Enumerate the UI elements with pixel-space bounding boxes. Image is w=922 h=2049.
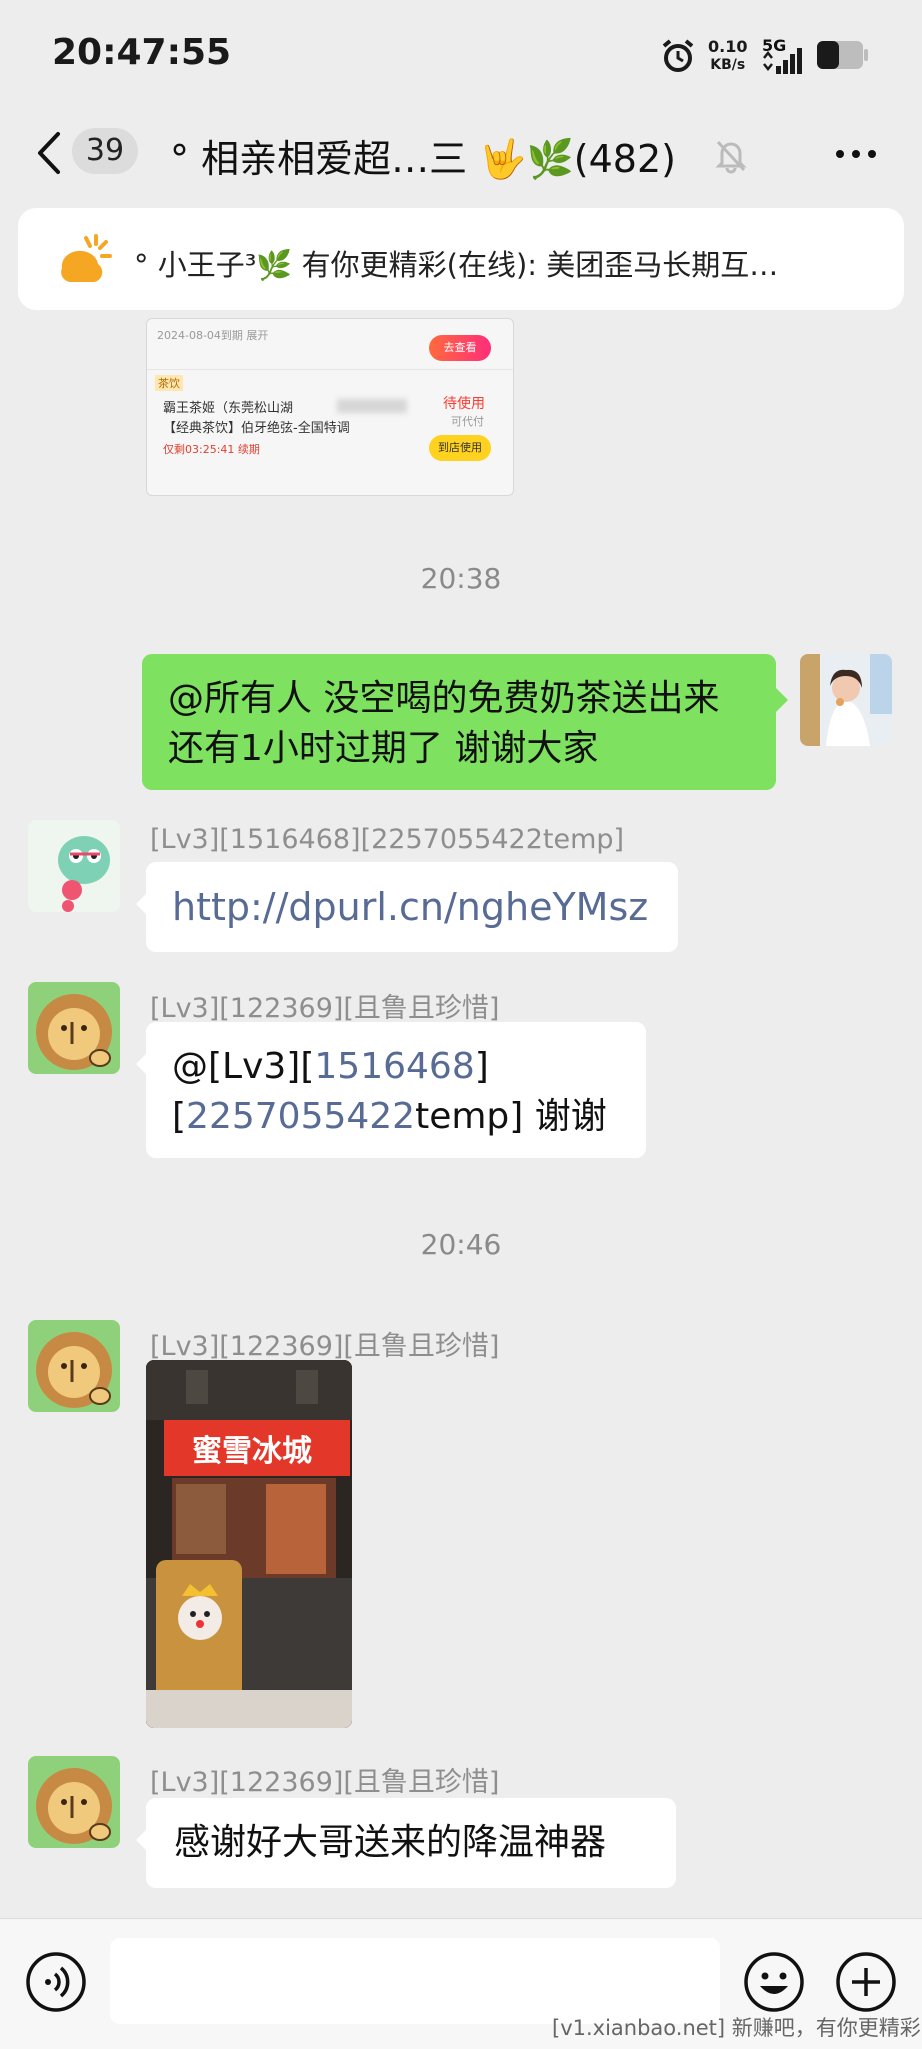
coupon-tag: 茶饮 <box>155 375 183 391</box>
bubble-tail <box>136 1052 148 1076</box>
signal-icon <box>763 48 802 74</box>
back-arrow-icon[interactable] <box>30 128 70 178</box>
message-link[interactable]: http://dpurl.cn/ngheYMsz <box>172 885 648 929</box>
own-avatar[interactable] <box>800 654 892 746</box>
coupon-status: 待使用 <box>443 396 485 412</box>
avatar-1516468[interactable] <box>28 820 120 912</box>
message-line: [2257055422temp] 谢谢 <box>172 1092 620 1142</box>
coupon-item-title: 霸王茶姬（东莞松山湖 <box>163 401 294 416</box>
message-bubble[interactable]: @[Lv3][1516468] [2257055422temp] 谢谢 <box>146 1022 646 1158</box>
coupon-use-button: 到店使用 <box>429 435 491 461</box>
bubble-tail <box>136 1828 148 1852</box>
status-time: 20:47:55 <box>52 32 232 73</box>
pinned-notice-text: ° 小王子³🌿 有你更精彩(在线): 美团歪马长期互… <box>134 248 779 282</box>
voice-input-icon[interactable] <box>24 1950 88 2014</box>
coupon-item-desc: 【经典茶饮】伯牙绝弦-全国特调 <box>163 421 350 436</box>
timestamp: 20:46 <box>420 1228 502 1261</box>
coupon-expiry: 2024-08-04到期 展开 <box>157 329 269 342</box>
mention-id-link[interactable]: 2257055422 <box>186 1096 415 1137</box>
avatar-122369[interactable] <box>28 1756 120 1848</box>
watermark-text: [v1.xianbao.net] 新赚吧，有你更精彩！ <box>552 2016 922 2040</box>
mention-text: temp] 谢谢 <box>415 1096 607 1137</box>
sender-name: [Lv3][122369][且鲁且珍惜] <box>150 993 500 1024</box>
announcement-sun-icon <box>61 234 112 282</box>
mention-text: @[Lv3][ <box>172 1046 315 1087</box>
shop-sign: 蜜雪冰城 <box>192 1434 312 1469</box>
coupon-screenshot-image[interactable]: 2024-08-04到期 展开 去查看 茶饮 霸王茶姬（东莞松山湖 【经典茶饮】… <box>146 318 514 496</box>
own-message-bubble[interactable]: @所有人 没空喝的免费奶茶送出来 还有1小时过期了 谢谢大家 <box>142 654 776 790</box>
bubble-tail <box>776 688 788 712</box>
alarm-icon <box>662 39 694 72</box>
message-line: @[Lv3][1516468] <box>172 1042 620 1092</box>
message-bubble[interactable]: 感谢好大哥送来的降温神器 <box>146 1798 676 1888</box>
sender-name: [Lv3][122369][且鲁且珍惜] <box>150 1767 500 1798</box>
mention-text: [ <box>172 1096 187 1137</box>
more-icon[interactable] <box>834 148 878 160</box>
emoji-icon[interactable] <box>742 1950 806 2014</box>
message-bubble[interactable]: http://dpurl.cn/ngheYMsz <box>146 862 678 952</box>
photo-message[interactable]: 蜜雪冰城 <box>146 1360 352 1728</box>
chat-title[interactable]: ° 相亲相爱超…三 🤟🌿(482) <box>170 128 676 183</box>
avatar-122369[interactable] <box>28 1320 120 1412</box>
coupon-view-button: 去查看 <box>429 335 491 361</box>
add-attachment-icon[interactable] <box>834 1950 898 2014</box>
network-speed: 0.10 KB/s <box>708 37 748 74</box>
avatar-122369[interactable] <box>28 982 120 1074</box>
timestamp: 20:38 <box>420 562 502 595</box>
mention-text: ] <box>474 1046 489 1087</box>
sender-name: [Lv3][122369][且鲁且珍惜] <box>150 1331 500 1362</box>
blurred-text <box>337 399 407 413</box>
mute-bell-icon <box>715 140 747 174</box>
coupon-item-meta: 仅剩03:25:41 续期 <box>163 443 260 456</box>
coupon-status-sub: 可代付 <box>451 415 484 428</box>
battery-icon <box>817 41 868 69</box>
sender-name: [Lv3][1516468][2257055422temp] <box>150 824 625 855</box>
mention-id-link[interactable]: 1516468 <box>314 1046 474 1087</box>
bubble-tail <box>136 892 148 916</box>
unread-count-badge[interactable]: 39 <box>72 128 138 174</box>
